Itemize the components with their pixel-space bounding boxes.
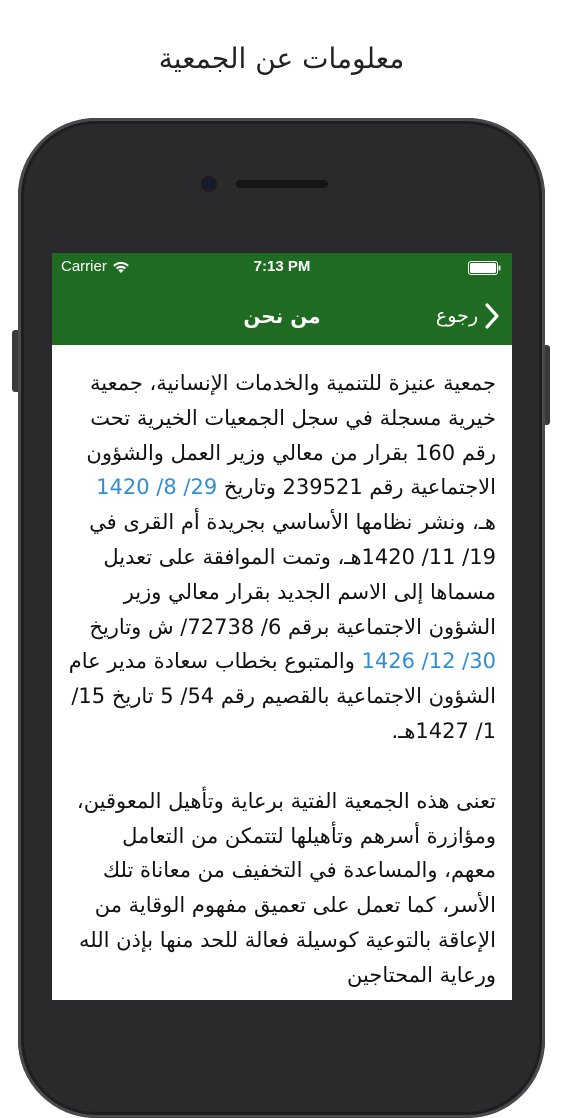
back-button[interactable]: رجوع bbox=[436, 299, 500, 333]
front-camera bbox=[203, 178, 215, 190]
earpiece-speaker bbox=[236, 180, 328, 188]
status-bar: Carrier 7:13 PM bbox=[52, 253, 512, 281]
chevron-right-icon bbox=[485, 303, 499, 329]
about-paragraph-1: جمعية عنيزة للتنمية والخدمات الإنسانية، … bbox=[66, 366, 496, 749]
navigation-bar: Carrier 7:13 PM من نحن رجوع bbox=[52, 253, 512, 345]
promo-title: معلومات عن الجمعية bbox=[158, 42, 405, 75]
about-content: جمعية عنيزة للتنمية والخدمات الإنسانية، … bbox=[66, 366, 496, 1000]
date-link-2[interactable]: 30/ 12/ 1426 bbox=[362, 649, 496, 673]
back-label: رجوع bbox=[435, 305, 478, 327]
status-time: 7:13 PM bbox=[253, 258, 311, 275]
battery-icon bbox=[468, 261, 501, 275]
phone-screen: Carrier 7:13 PM من نحن رجوع جمعية عنيزة … bbox=[52, 253, 512, 1000]
date-link-1[interactable]: 29/ 8/ 1420 bbox=[96, 475, 217, 499]
about-paragraph-2: تعنى هذه الجمعية الفتية برعاية وتأهيل ال… bbox=[76, 788, 496, 987]
paragraph-1-text-b: هـ، ونشر نظامها الأساسي بجريدة أم القرى … bbox=[89, 510, 496, 639]
